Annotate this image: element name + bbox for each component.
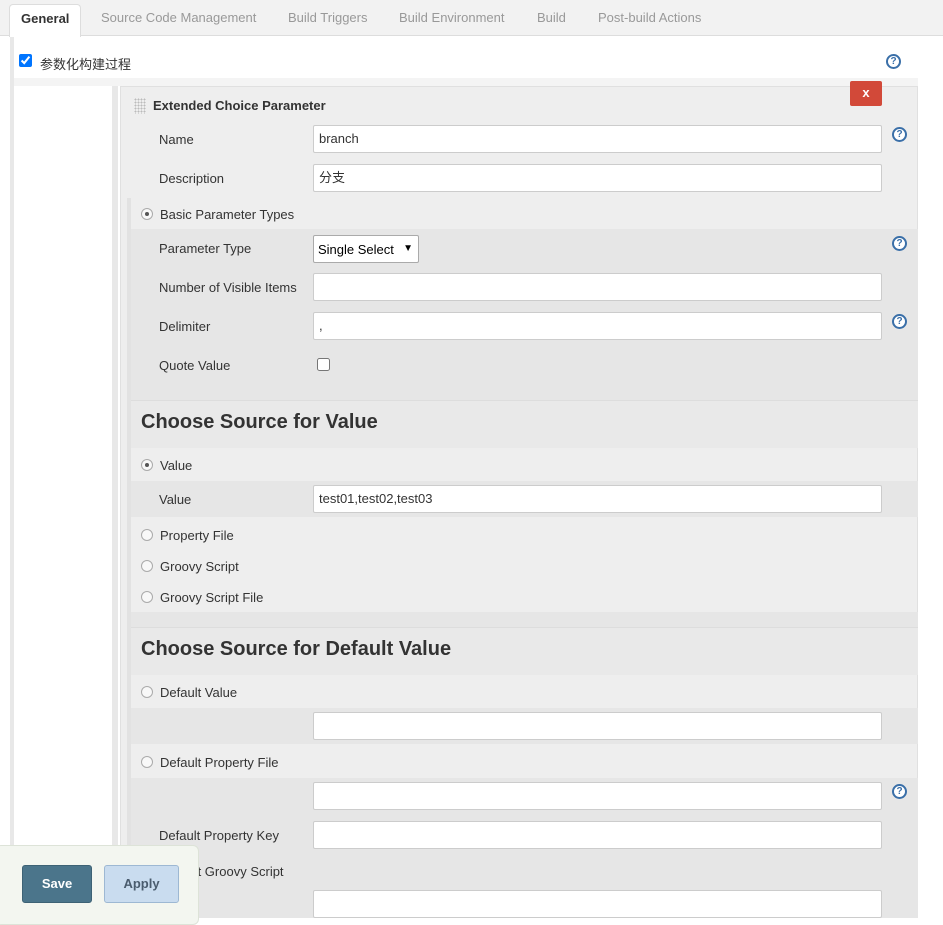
tab-build-environment[interactable]: Build Environment: [399, 0, 505, 36]
default-value-radio[interactable]: [141, 686, 153, 698]
groovy-script-radio[interactable]: [141, 560, 153, 572]
basic-types-radio[interactable]: [141, 208, 153, 220]
groovy-script-label: Groovy Script: [160, 559, 239, 574]
value-label: Value: [159, 492, 192, 507]
default-property-file-input[interactable]: [313, 782, 882, 810]
property-file-label: Property File: [160, 528, 234, 543]
apply-button[interactable]: Apply: [104, 865, 179, 903]
help-icon[interactable]: ?: [892, 236, 907, 251]
tab-post-build-actions[interactable]: Post-build Actions: [598, 0, 701, 36]
parameterized-label: 参数化构建过程: [40, 57, 132, 72]
visible-items-input[interactable]: [313, 273, 882, 301]
groovy-script-file-radio[interactable]: [141, 591, 153, 603]
visible-items-label: Number of Visible Items: [159, 280, 297, 295]
default-property-file-radio[interactable]: [141, 756, 153, 768]
drag-handle-icon[interactable]: [134, 98, 146, 114]
help-icon[interactable]: ?: [892, 127, 907, 142]
property-file-radio[interactable]: [141, 529, 153, 541]
param-type-select[interactable]: Single Select ▼: [313, 235, 419, 263]
default-property-file-label: Default Property File: [160, 755, 279, 770]
divider: [112, 80, 118, 918]
source-heading: Choose Source for Value: [131, 400, 918, 448]
description-label: Description: [159, 171, 225, 186]
param-type-label: Parameter Type: [159, 241, 252, 256]
help-icon[interactable]: ?: [892, 784, 907, 799]
tab-build[interactable]: Build: [537, 0, 566, 36]
param-title: Extended Choice Parameter: [153, 98, 326, 113]
default-property-key-input[interactable]: [313, 821, 882, 849]
name-label: Name: [159, 132, 194, 147]
help-icon[interactable]: ?: [892, 314, 907, 329]
default-heading: Choose Source for Default Value: [131, 627, 918, 675]
section-bg: [131, 612, 918, 627]
param-type-value: Single Select: [318, 242, 394, 257]
value-input[interactable]: test01,test02,test03: [313, 485, 882, 513]
default-property-key-label: Default Property Key: [159, 828, 279, 843]
parameterized-checkbox[interactable]: [19, 54, 32, 67]
quote-value-checkbox[interactable]: [317, 358, 330, 371]
value-radio-label: Value: [160, 458, 193, 473]
tab-build-triggers[interactable]: Build Triggers: [288, 0, 367, 36]
help-icon[interactable]: ?: [886, 54, 901, 69]
tab-bar: General Source Code Management Build Tri…: [0, 0, 943, 37]
value-radio[interactable]: [141, 459, 153, 471]
groovy-script-file-label: Groovy Script File: [160, 590, 264, 605]
divider: [10, 37, 14, 918]
description-input[interactable]: 分支: [313, 164, 882, 192]
delimiter-input[interactable]: ,: [313, 312, 882, 340]
save-button[interactable]: Save: [22, 865, 92, 903]
chevron-down-icon: ▼: [403, 243, 413, 254]
delete-button[interactable]: x: [850, 81, 882, 106]
tab-general[interactable]: General: [9, 4, 82, 37]
section-bg: [14, 78, 918, 86]
name-input[interactable]: branch: [313, 125, 882, 153]
default-groovy-script-input[interactable]: [313, 890, 882, 918]
delimiter-label: Delimiter: [159, 319, 211, 334]
tab-source-code-management[interactable]: Source Code Management: [101, 0, 256, 36]
default-value-input[interactable]: [313, 712, 882, 740]
default-value-label: Default Value: [160, 685, 238, 700]
basic-types-label: Basic Parameter Types: [160, 207, 295, 222]
quote-value-label: Quote Value: [159, 358, 231, 373]
